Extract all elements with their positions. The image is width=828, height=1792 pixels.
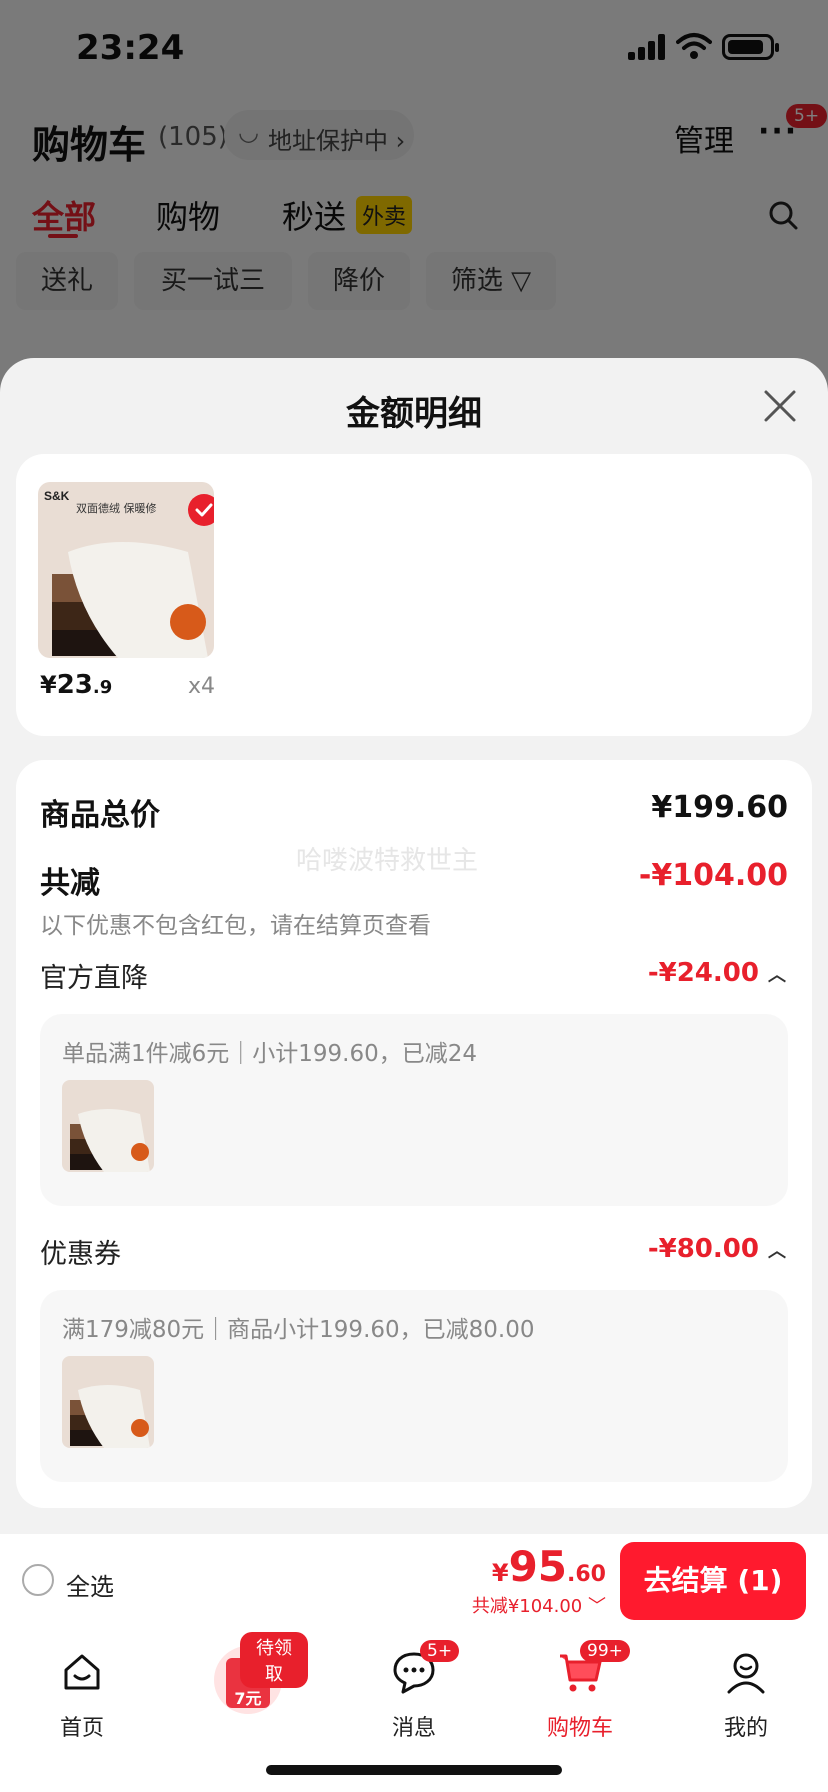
red-packet-amount: 7元 [234,1689,261,1708]
tabbar-profile-label: 我的 [723,1716,768,1741]
profile-icon [727,1653,765,1694]
coupon-value: -¥80.00 [647,1234,759,1264]
product-selected-checkbox[interactable] [188,494,214,526]
red-packet-badge: 待领取 [240,1632,308,1688]
checkout-total-price: ¥95.60 [491,1542,606,1591]
official-cut-detail-box: 单品满1件减6元｜小计199.60，已减24 [40,1014,788,1206]
chevron-up-icon: ︿ [768,1241,786,1262]
home-indicator [266,1765,562,1775]
tabbar-messages-label: 消息 [391,1716,436,1741]
total-goods-label: 商品总价 [40,798,160,833]
checkout-bar: 全选 ¥95.60 共减¥104.00 ﹀ 去结算 (1) [0,1534,828,1626]
total-discount-label: 共减 [40,866,100,901]
official-cut-label: 官方直降 [40,963,148,994]
home-icon [64,1654,100,1690]
tabbar-messages[interactable]: 5+ 消息 [354,1640,474,1741]
close-icon[interactable] [756,382,804,430]
product-brand: S&K [44,489,70,503]
coupon-detail-box: 满179减80元｜商品小计199.60，已减80.00 [40,1290,788,1482]
select-all-radio[interactable] [22,1564,54,1596]
checkout-saved: 共减¥104.00 [471,1596,583,1617]
coupon-detail: 满179减80元｜商品小计199.60，已减80.00 [62,1317,535,1343]
coupon-label: 优惠券 [40,1239,121,1270]
tabbar-cart[interactable]: 99+ 购物车 [520,1640,640,1741]
tabbar-home[interactable]: 首页 [22,1640,142,1741]
official-cut-product-thumb[interactable] [62,1080,154,1172]
official-cut-detail: 单品满1件减6元｜小计199.60，已减24 [62,1041,478,1067]
tabbar-home-label: 首页 [59,1716,104,1741]
messages-badge: 5+ [420,1640,460,1662]
checkout-saved-toggle[interactable]: 共减¥104.00 ﹀ [472,1592,606,1618]
amount-detail-card: 商品总价 ¥199.60 哈喽波特救世主 共减 -¥104.00 以下优惠不包含… [16,760,812,1508]
product-caption: 双面德绒 保暖修 [76,501,157,515]
product-quantity: x4 [188,674,216,699]
official-cut-value: -¥24.00 [647,958,759,988]
total-goods-value: ¥199.60 [651,790,788,825]
sheet-title: 金额明细 [346,394,482,434]
cart-badge: 99+ [580,1640,630,1662]
official-cut-toggle[interactable]: -¥24.00 ︿ [648,958,786,988]
tabbar-red-packet[interactable]: 7元 待领取 [188,1632,308,1718]
chevron-down-icon: ﹀ [588,1596,606,1617]
checkout-button[interactable]: 去结算 (1) [620,1542,806,1620]
tabbar-profile[interactable]: 我的 [686,1640,806,1741]
product-thumbnail[interactable]: S&K 双面德绒 保暖修 [38,482,214,658]
total-discount-value: -¥104.00 [638,858,788,893]
coupon-toggle[interactable]: -¥80.00 ︿ [648,1234,786,1264]
coupon-product-thumb[interactable] [62,1356,154,1448]
select-all-label[interactable]: 全选 [66,1567,114,1602]
product-price: ¥23.9 [40,670,113,700]
tabbar-cart-label: 购物车 [546,1716,613,1741]
discount-note: 以下优惠不包含红包，请在结算页查看 [40,913,431,939]
watermark: 哈喽波特救世主 [296,846,479,876]
product-card: S&K 双面德绒 保暖修 ¥23.9 x4 [16,454,812,736]
chevron-up-icon: ︿ [768,965,786,986]
